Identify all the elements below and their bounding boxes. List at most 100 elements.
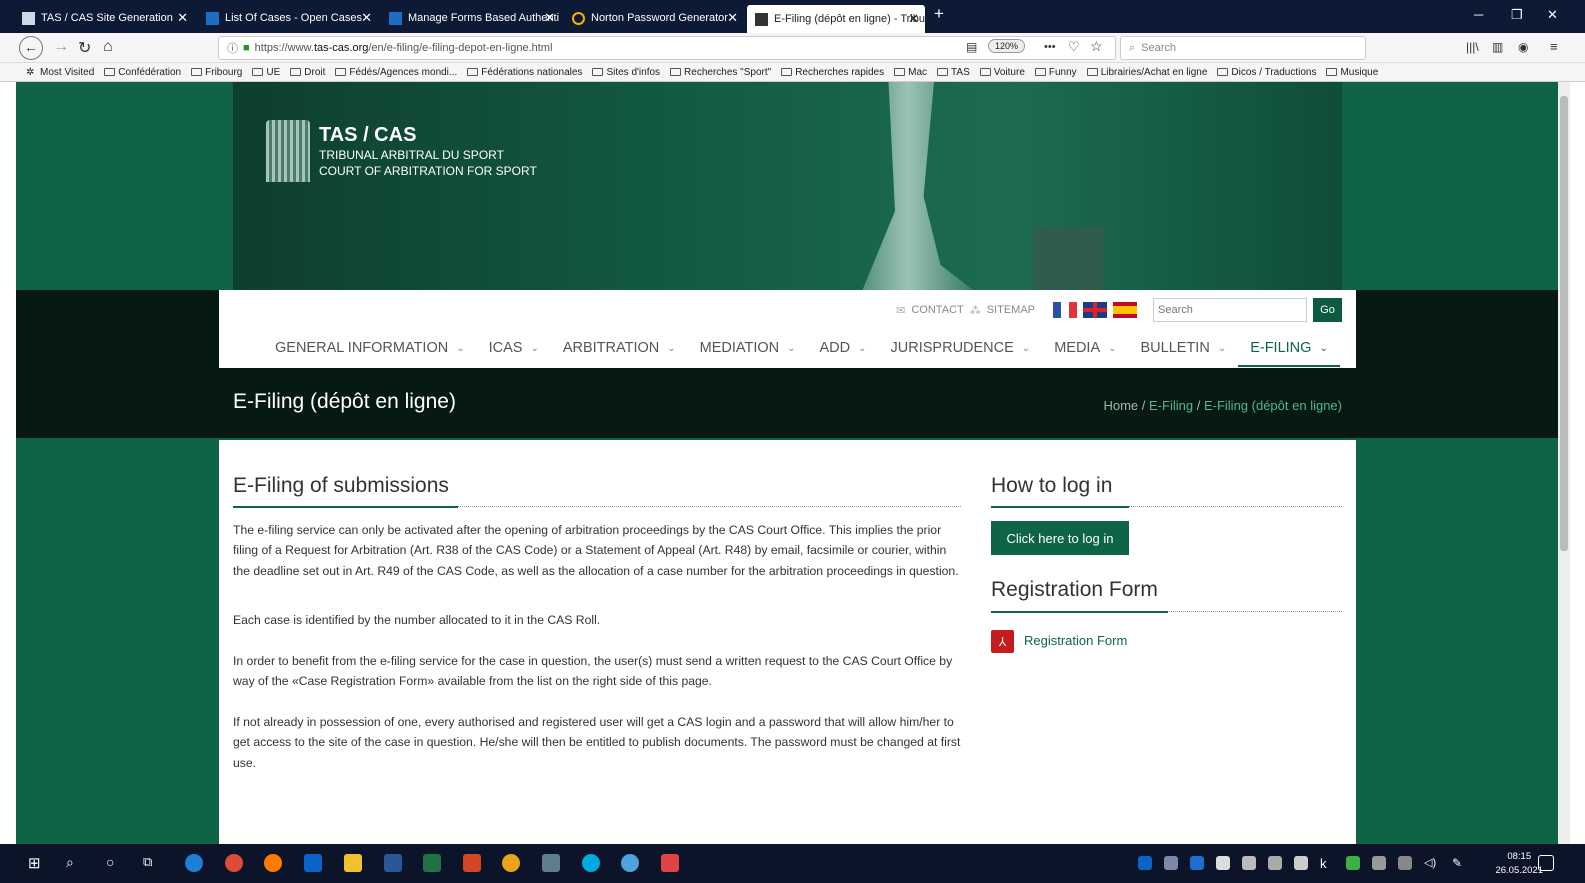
back-icon[interactable]: ←	[19, 36, 43, 60]
close-tab-icon[interactable]: ✕	[908, 11, 919, 27]
sitemap-link[interactable]: SITEMAP	[987, 304, 1035, 316]
pen-icon[interactable]: ✎	[1452, 856, 1466, 870]
bookmark-item[interactable]: Fédés/Agences mondi...	[335, 67, 457, 78]
bookmark-item[interactable]: Recherches "Sport"	[670, 67, 771, 78]
close-tab-icon[interactable]: ✕	[727, 10, 738, 26]
menu-item-mediation[interactable]: MEDIATION ⌄	[688, 340, 808, 367]
site-logo[interactable]: TAS / CAS TRIBUNAL ARBITRAL DU SPORT COU…	[319, 124, 537, 179]
tray-check-icon[interactable]	[1346, 856, 1360, 870]
hamburger-icon[interactable]: ≡	[1550, 39, 1558, 54]
tray-icon[interactable]	[1216, 856, 1230, 870]
flag-es-icon[interactable]	[1113, 302, 1137, 318]
tab-3[interactable]: Norton Password Generator ✕	[564, 6, 744, 30]
go-button[interactable]: Go	[1313, 298, 1342, 322]
login-button[interactable]: Click here to log in	[991, 521, 1129, 555]
new-tab-button[interactable]: +	[934, 4, 944, 24]
bookmark-item[interactable]: Dicos / Traductions	[1217, 67, 1316, 78]
home-icon[interactable]: ⌂	[103, 38, 113, 56]
menu-item-add[interactable]: ADD ⌄	[808, 340, 879, 367]
clock[interactable]: 08:15 26.05.2021	[1495, 850, 1543, 878]
menu-item-general-information[interactable]: GENERAL INFORMATION ⌄	[263, 340, 477, 367]
close-tab-icon[interactable]: ✕	[361, 10, 372, 26]
tray-icon[interactable]	[1242, 856, 1256, 870]
firefox-icon[interactable]	[264, 854, 282, 872]
search-icon[interactable]: ⌕	[66, 854, 84, 872]
bookmark-item[interactable]: TAS	[937, 67, 970, 78]
bookmark-item[interactable]: Droit	[290, 67, 325, 78]
k-icon[interactable]: k	[1320, 856, 1334, 871]
scrollbar[interactable]	[1558, 82, 1570, 844]
breadcrumb-home[interactable]: Home	[1103, 398, 1138, 413]
menu-item-icas[interactable]: ICAS ⌄	[477, 340, 551, 367]
close-tab-icon[interactable]: ✕	[544, 10, 555, 26]
flag-uk-icon[interactable]	[1083, 302, 1107, 318]
chrome-icon[interactable]	[225, 854, 243, 872]
breadcrumb-parent[interactable]: E-Filing	[1149, 398, 1193, 413]
flag-fr-icon[interactable]	[1053, 302, 1077, 318]
account-icon[interactable]: ◉	[1518, 40, 1528, 54]
menu-item-e-filing[interactable]: E-FILING ⌄	[1238, 340, 1340, 367]
more-icon[interactable]: •••	[1044, 41, 1056, 53]
word-icon[interactable]	[384, 854, 402, 872]
tab-4[interactable]: E-Filing (dépôt en ligne) - Tribu ✕	[747, 5, 925, 33]
site-search-input[interactable]	[1153, 298, 1307, 322]
menu-item-media[interactable]: MEDIA ⌄	[1042, 340, 1128, 367]
reader-icon[interactable]: ▤	[966, 40, 977, 54]
restore-icon[interactable]: ❐	[1511, 7, 1523, 23]
forward-icon[interactable]: →	[53, 38, 69, 56]
sidebar-icon[interactable]: ▥	[1492, 40, 1503, 54]
tab-1[interactable]: List Of Cases - Open Cases ✕	[198, 6, 378, 30]
bookmark-item[interactable]: Confédération	[104, 67, 181, 78]
tray-icon[interactable]	[1294, 856, 1308, 870]
bm-app-icon[interactable]	[502, 854, 520, 872]
url-bar[interactable]: ⓘ ■ https://www.tas-cas.org/en/e-filing/…	[218, 36, 1116, 60]
bookmark-item[interactable]: Sites d'infos	[592, 67, 660, 78]
calculator-icon[interactable]	[542, 854, 560, 872]
bookmark-item[interactable]: Musique	[1326, 67, 1378, 78]
bookmark-item[interactable]: Recherches rapides	[781, 67, 884, 78]
menu-item-jurisprudence[interactable]: JURISPRUDENCE ⌄	[879, 340, 1043, 367]
edge-icon[interactable]	[185, 854, 203, 872]
bookmark-item[interactable]: Fribourg	[191, 67, 242, 78]
battery-icon[interactable]	[1372, 856, 1386, 870]
network-icon[interactable]	[1398, 856, 1412, 870]
volume-icon[interactable]: ◁)	[1424, 856, 1438, 870]
task-view-icon[interactable]: ⧉	[143, 854, 161, 872]
explorer-icon[interactable]	[344, 854, 362, 872]
bookmark-item[interactable]: Funny	[1034, 67, 1077, 78]
notifications-icon[interactable]	[1538, 855, 1554, 871]
menu-item-bulletin[interactable]: BULLETIN ⌄	[1129, 340, 1239, 367]
tab-0[interactable]: TAS / CAS Site Generation ✕	[14, 6, 194, 30]
tray-icon[interactable]	[1268, 856, 1282, 870]
bookmark-star-icon[interactable]: ☆	[1090, 38, 1103, 55]
outlook-icon[interactable]	[304, 854, 322, 872]
registration-form-link[interactable]: Registration Form	[1024, 633, 1127, 648]
zoom-indicator[interactable]: 120%	[988, 39, 1026, 53]
bookmark-item[interactable]: Fédérations nationales	[467, 67, 582, 78]
minimize-icon[interactable]: ─	[1474, 7, 1483, 22]
tray-icon[interactable]	[1164, 856, 1178, 870]
skype-icon[interactable]	[582, 854, 600, 872]
tab-2[interactable]: Manage Forms Based Authenti ✕	[381, 6, 561, 30]
bookmark-item[interactable]: UE	[252, 67, 280, 78]
excel-icon[interactable]	[423, 854, 441, 872]
close-window-icon[interactable]: ✕	[1547, 7, 1558, 23]
app-icon[interactable]	[621, 854, 639, 872]
bookmark-item[interactable]: Mac	[894, 67, 927, 78]
pdf-icon[interactable]: ⅄	[991, 630, 1014, 653]
menu-item-arbitration[interactable]: ARBITRATION ⌄	[551, 340, 688, 367]
bookmark-item[interactable]: Librairies/Achat en ligne	[1086, 67, 1207, 78]
close-tab-icon[interactable]: ✕	[177, 10, 188, 26]
pocket-icon[interactable]: ♡	[1068, 39, 1080, 55]
windows-start-icon[interactable]: ⊞	[28, 854, 46, 872]
scrollbar-thumb[interactable]	[1560, 96, 1568, 551]
browser-search[interactable]: ⌕ Search	[1120, 36, 1366, 60]
bookmark-item[interactable]: Voiture	[979, 67, 1025, 78]
tray-outlook-icon[interactable]	[1138, 856, 1152, 870]
contact-link[interactable]: CONTACT	[911, 304, 963, 316]
security-icon[interactable]	[661, 854, 679, 872]
reload-icon[interactable]: ↻	[78, 38, 91, 58]
bookmark-item[interactable]: ✲ Most Visited	[26, 67, 94, 78]
cortana-icon[interactable]: ○	[106, 854, 124, 872]
bluetooth-icon[interactable]	[1190, 856, 1204, 870]
